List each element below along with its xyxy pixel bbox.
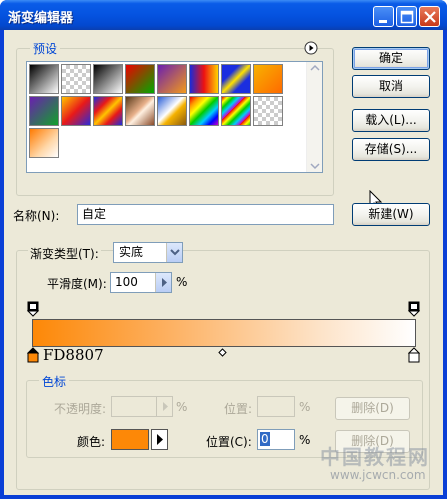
minimize-button[interactable] xyxy=(373,6,394,27)
smoothness-label: 平滑度(M): xyxy=(47,277,107,291)
color-label: 颜色: xyxy=(77,435,106,449)
color-menu-button[interactable] xyxy=(151,429,168,450)
triangle-right-icon xyxy=(163,402,168,411)
preset-swatch[interactable] xyxy=(189,96,219,126)
opacity-stop-left[interactable] xyxy=(26,301,40,320)
midpoint-diamond-icon xyxy=(218,348,227,357)
smoothness-unit: % xyxy=(176,275,188,289)
opacity-stop-icon xyxy=(26,301,40,317)
preset-swatch[interactable] xyxy=(253,64,283,94)
triangle-right-icon xyxy=(162,278,167,287)
maximize-button[interactable] xyxy=(396,6,417,27)
load-button[interactable]: 载入(L)... xyxy=(352,109,430,132)
color-stop-annotation: FD8807 xyxy=(43,346,104,364)
preset-scrollbar[interactable] xyxy=(306,62,322,172)
color-location-unit: % xyxy=(299,433,311,447)
opacity-stop-right[interactable] xyxy=(407,301,421,320)
preset-swatch[interactable] xyxy=(29,64,59,94)
scroll-arrows-icon xyxy=(310,64,320,170)
cancel-button[interactable]: 取消 xyxy=(352,75,430,98)
close-button[interactable] xyxy=(419,6,440,27)
gradient-type-value: 实底 xyxy=(119,245,144,259)
preset-swatch[interactable] xyxy=(61,64,91,94)
color-stop-icon xyxy=(407,347,421,363)
smoothness-value: 100 xyxy=(115,275,138,289)
preset-swatch[interactable] xyxy=(189,64,219,94)
gradient-type-label: 渐变类型(T): xyxy=(28,245,101,262)
circle-arrow-right-icon xyxy=(304,41,318,55)
color-stop-start[interactable] xyxy=(26,347,40,366)
color-stop-icon xyxy=(26,347,40,363)
gradient-type-select[interactable]: 实底 xyxy=(113,242,183,263)
color-location-value: 0 xyxy=(260,432,270,446)
color-swatch-button[interactable] xyxy=(111,429,149,450)
preset-swatch[interactable] xyxy=(221,96,251,126)
color-stop-end[interactable] xyxy=(407,347,421,366)
opacity-location-unit: % xyxy=(299,400,311,414)
preset-swatch[interactable] xyxy=(221,64,251,94)
opacity-location-label: 位置: xyxy=(224,402,253,416)
name-label: 名称(N): xyxy=(13,209,60,223)
preset-swatch[interactable] xyxy=(61,96,91,126)
presets-menu-button[interactable] xyxy=(304,41,318,55)
preset-swatch[interactable] xyxy=(125,64,155,94)
opacity-slider-button xyxy=(156,397,172,416)
preset-swatch[interactable] xyxy=(29,128,59,158)
opacity-delete-button: 删除(D) xyxy=(335,397,410,420)
new-button[interactable]: 新建(W) xyxy=(352,203,430,226)
presets-label: 预设 xyxy=(30,40,61,57)
close-icon xyxy=(424,11,436,23)
save-button[interactable]: 存储(S)... xyxy=(352,138,430,161)
preset-swatch[interactable] xyxy=(125,96,155,126)
preset-swatch[interactable] xyxy=(157,64,187,94)
watermark-text: 中国教程网 xyxy=(320,445,430,469)
gradient-preview-bar[interactable] xyxy=(32,319,416,347)
preset-swatch[interactable] xyxy=(253,96,283,126)
preset-swatch[interactable] xyxy=(157,96,187,126)
preset-swatch-list[interactable] xyxy=(26,61,323,173)
opacity-label: 不透明度: xyxy=(54,402,107,416)
minimize-icon xyxy=(379,20,387,23)
preset-swatch[interactable] xyxy=(29,96,59,126)
ok-button[interactable]: 确定 xyxy=(352,47,430,70)
color-location-label: 位置(C): xyxy=(206,435,252,449)
maximize-icon xyxy=(400,10,414,24)
opacity-location-input xyxy=(257,396,295,417)
preset-swatch[interactable] xyxy=(93,96,123,126)
smoothness-input[interactable]: 100 xyxy=(110,272,172,293)
opacity-unit: % xyxy=(176,400,188,414)
color-midpoint-diamond[interactable] xyxy=(218,346,227,360)
chevron-down-icon xyxy=(170,249,180,256)
opacity-stop-icon xyxy=(407,301,421,317)
opacity-input xyxy=(111,396,173,417)
window-title: 渐变编辑器 xyxy=(8,11,74,26)
gradient-type-dropdown-arrow[interactable] xyxy=(166,243,182,262)
color-location-input[interactable]: 0 xyxy=(257,429,295,450)
watermark-url: www.jcwcn.com xyxy=(330,468,426,482)
triangle-right-icon xyxy=(157,434,163,445)
name-input[interactable]: 自定 xyxy=(77,204,334,225)
title-bar[interactable]: 渐变编辑器 xyxy=(0,0,447,30)
preset-swatch[interactable] xyxy=(93,64,123,94)
color-stops-label: 色标 xyxy=(39,373,70,390)
smoothness-slider-button[interactable] xyxy=(155,273,171,292)
